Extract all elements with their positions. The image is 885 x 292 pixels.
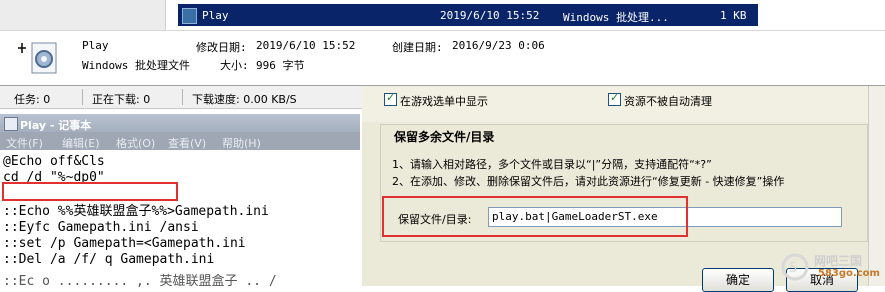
- explorer-left-pane: [0, 0, 166, 30]
- modified-label: 修改日期:: [196, 41, 247, 54]
- notepad-title-bar[interactable]: Play - 记事本: [0, 114, 360, 132]
- notepad-icon: [4, 117, 18, 131]
- checkbox-show-in-menu-label: 在游戏选单中显示: [400, 95, 488, 108]
- menu-help[interactable]: 帮助(H): [222, 135, 261, 151]
- watermark-domain: 583go.com: [818, 268, 880, 279]
- size-label: 大小:: [220, 59, 249, 72]
- watermark-logo-icon: 5: [781, 253, 809, 281]
- gear-file-icon: [18, 42, 57, 74]
- file-type: Windows 批处理...: [563, 11, 669, 24]
- checkbox-no-cleanup-label: 资源不被自动清理: [624, 95, 712, 108]
- detail-type: Windows 批处理文件: [82, 59, 190, 72]
- code-line: ::Eyfc Gamepath.ini /ansi: [3, 220, 199, 235]
- keep-files-group-title: 保留多余文件/目录: [392, 128, 497, 145]
- watermark-brand: 网吧三国: [814, 254, 863, 268]
- file-date: 2019/6/10 15:52: [440, 9, 540, 22]
- detail-name: Play: [82, 39, 109, 52]
- file-size: 1 KB: [720, 9, 747, 22]
- code-line-partial: ::Ec o ......... ,. 英雄联盟盒子 .. /: [3, 274, 277, 289]
- downloading-count: 正在下载: 0: [92, 93, 151, 106]
- menu-file[interactable]: 文件(F): [6, 135, 43, 151]
- highlight-box-code: [2, 182, 178, 201]
- download-speed: 下载速度: 0.00 KB/S: [192, 93, 297, 106]
- explorer-list-area: Play 2019/6/10 15:52 Windows 批处理... 1 KB: [0, 0, 885, 30]
- file-name: Play: [202, 9, 229, 22]
- selected-file-row[interactable]: Play 2019/6/10 15:52 Windows 批处理... 1 KB: [178, 4, 758, 26]
- menu-format[interactable]: 格式(O): [116, 135, 155, 151]
- code-line: ::Echo %%英雄联盟盒子%%>Gamepath.ini: [3, 204, 269, 219]
- code-line: @Echo off&Cls: [3, 154, 105, 169]
- checkbox-no-cleanup[interactable]: [608, 91, 621, 106]
- created-value: 2016/9/23 0:06: [452, 39, 545, 52]
- menu-view[interactable]: 查看(V): [168, 135, 206, 151]
- ok-button[interactable]: 确定: [702, 268, 774, 292]
- status-separator: [82, 89, 83, 105]
- checkbox-show-in-menu[interactable]: [384, 91, 397, 106]
- status-separator: [182, 89, 183, 105]
- svg-text:5: 5: [789, 261, 797, 276]
- menu-edit[interactable]: 编辑(E): [62, 135, 100, 151]
- tasks-count: 任务: 0: [14, 93, 51, 106]
- instruction-1: 1、请输入相对路径，多个文件或目录以“|”分隔，支持通配符“*?”: [392, 158, 712, 171]
- instruction-2: 2、在添加、修改、删除保留文件后，请对此资源进行“修复更新 - 快速修复”操作: [392, 175, 785, 188]
- site-watermark: 5 网吧三国 583go.com: [780, 250, 885, 286]
- notepad-text-area[interactable]: @Echo off&Cls cd /d "%~dp0" ::Echo %%英雄联…: [0, 150, 363, 289]
- notepad-menu-bar: 文件(F) 编辑(E) 格式(O) 查看(V) 帮助(H): [0, 132, 360, 150]
- batch-file-icon: [182, 8, 197, 24]
- options-panel: 在游戏选单中显示 资源不被自动清理: [362, 86, 868, 122]
- details-pane: Play Windows 批处理文件 修改日期: 2019/6/10 15:52…: [0, 30, 885, 87]
- highlight-box-path: [382, 196, 688, 237]
- modified-value: 2019/6/10 15:52: [256, 39, 356, 52]
- notepad-title: Play - 记事本: [20, 119, 92, 132]
- size-value: 996 字节: [256, 59, 305, 72]
- code-line: ::Del /a /f/ q Gamepath.ini: [3, 252, 215, 267]
- code-line: ::set /p Gamepath=<Gamepath.ini: [3, 236, 246, 251]
- created-label: 创建日期:: [392, 41, 443, 54]
- download-status-bar: 任务: 0 正在下载: 0 下载速度: 0.00 KB/S: [0, 86, 380, 109]
